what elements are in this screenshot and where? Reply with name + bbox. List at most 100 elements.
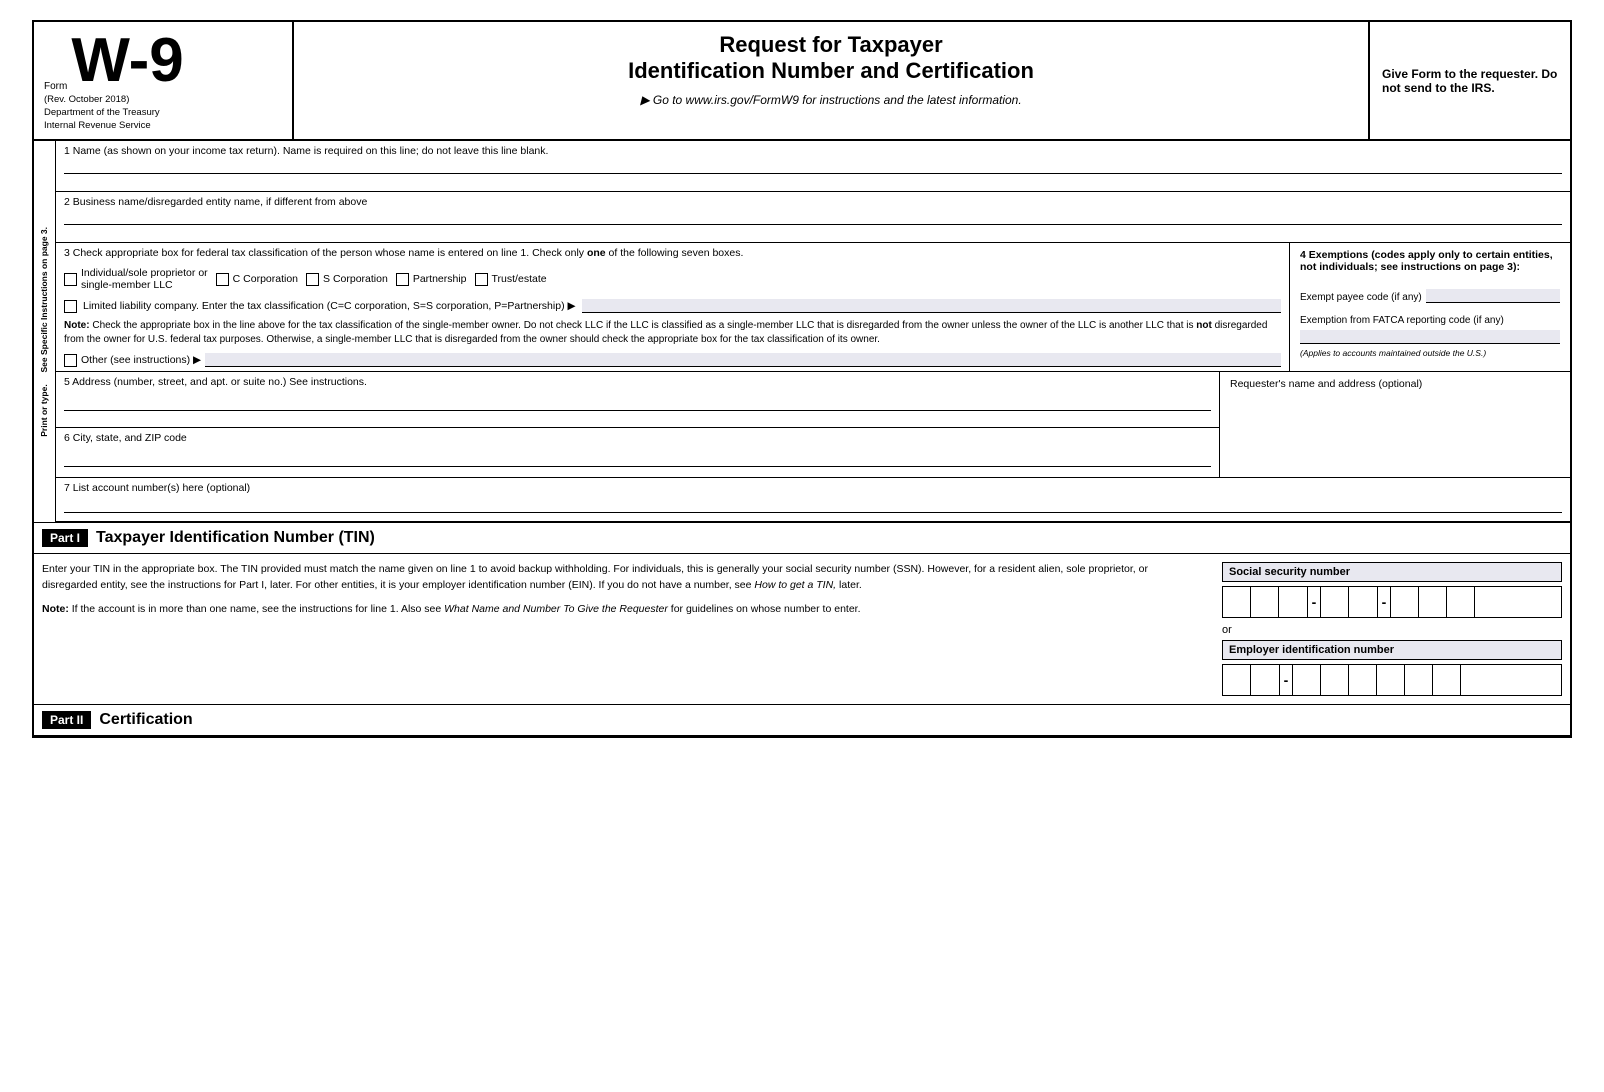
row3-left: 3 Check appropriate box for federal tax …	[56, 243, 1290, 371]
row1: 1 Name (as shown on your income tax retu…	[56, 141, 1570, 192]
partnership-checkbox[interactable]	[396, 273, 409, 286]
ssn-group2	[1321, 587, 1377, 617]
fatca-input[interactable]	[1300, 330, 1560, 344]
individual-checkbox[interactable]	[64, 273, 77, 286]
go-to-text: ▶ Go to www.irs.gov/FormW9 for instructi…	[304, 93, 1358, 107]
exempt-payee-field: Exempt payee code (if any)	[1300, 289, 1560, 303]
exempt-payee-input[interactable]	[1426, 289, 1560, 303]
form-header: Form W-9 (Rev. October 2018) Department …	[34, 22, 1570, 141]
ssn-group3	[1391, 587, 1503, 617]
row1-inner: 1 Name (as shown on your income tax retu…	[56, 141, 1570, 191]
form-rev: (Rev. October 2018)	[44, 94, 282, 105]
fatca-section: Exemption from FATCA reporting code (if …	[1300, 315, 1560, 344]
ein-cell-2[interactable]	[1251, 665, 1279, 695]
form-fields: 1 Name (as shown on your income tax retu…	[56, 141, 1570, 522]
row6-label: 6 City, state, and ZIP code	[64, 432, 1211, 444]
ein-cell-5[interactable]	[1349, 665, 1377, 695]
scorp-checkbox[interactable]	[306, 273, 319, 286]
ssn-cell-7[interactable]	[1419, 587, 1447, 617]
part1-title: Taxpayer Identification Number (TIN)	[96, 529, 375, 547]
part1-header: Part I Taxpayer Identification Number (T…	[34, 522, 1570, 554]
ssn-cell-9[interactable]	[1475, 587, 1503, 617]
form-dept: Department of the Treasury	[44, 107, 282, 118]
other-checkbox[interactable]	[64, 354, 77, 367]
ssn-cell-6[interactable]	[1391, 587, 1419, 617]
or-label: or	[1222, 624, 1562, 636]
ssn-cell-5[interactable]	[1349, 587, 1377, 617]
requester-label: Requester's name and address (optional)	[1230, 378, 1560, 390]
row7: 7 List account number(s) here (optional)	[56, 478, 1570, 522]
header-left: Form W-9 (Rev. October 2018) Department …	[34, 22, 294, 139]
trust-checkbox[interactable]	[475, 273, 488, 286]
checkbox-ccorp: C Corporation	[216, 273, 298, 286]
ssn-dash-2: -	[1377, 587, 1391, 617]
ssn-cell-8[interactable]	[1447, 587, 1475, 617]
row5-inner: 5 Address (number, street, and apt. or s…	[56, 372, 1219, 427]
row2-input-line[interactable]	[64, 224, 1562, 225]
checkbox-partnership: Partnership	[396, 273, 467, 286]
header-center: Request for Taxpayer Identification Numb…	[294, 22, 1370, 139]
ein-cell-3[interactable]	[1293, 665, 1321, 695]
individual-label: Individual/sole proprietor orsingle-memb…	[81, 267, 208, 291]
checkbox-scorp: S Corporation	[306, 273, 388, 286]
ein-label: Employer identification number	[1222, 640, 1562, 660]
form-number: W-9	[71, 30, 183, 92]
row3-exemptions: 4 Exemptions (codes apply only to certai…	[1290, 243, 1570, 371]
ein-cell-4[interactable]	[1321, 665, 1349, 695]
exemptions-header: 4 Exemptions (codes apply only to certai…	[1300, 249, 1560, 273]
other-row: Other (see instructions) ▶	[64, 353, 1281, 367]
ein-dash: -	[1279, 665, 1293, 695]
ssn-label: Social security number	[1222, 562, 1562, 582]
llc-checkbox[interactable]	[64, 300, 77, 313]
ssn-grid: - -	[1222, 586, 1562, 618]
part2-title: Certification	[99, 711, 192, 729]
part2-header: Part II Certification	[34, 705, 1570, 736]
llc-input-line	[582, 299, 1281, 313]
llc-row: Limited liability company. Enter the tax…	[64, 299, 1281, 313]
ein-cell-8[interactable]	[1433, 665, 1461, 695]
ssn-group1	[1223, 587, 1307, 617]
part1-paragraph2: Note: If the account is in more than one…	[42, 602, 1206, 618]
row5-left: 5 Address (number, street, and apt. or s…	[56, 372, 1220, 477]
applies-note: (Applies to accounts maintained outside …	[1300, 348, 1560, 358]
part1-right: Social security number - -	[1222, 562, 1562, 696]
ssn-cell-3[interactable]	[1279, 587, 1307, 617]
row5-label: 5 Address (number, street, and apt. or s…	[64, 376, 1211, 388]
exempt-payee-label: Exempt payee code (if any)	[1300, 292, 1422, 303]
ein-cell-6[interactable]	[1377, 665, 1405, 695]
row6-inner: 6 City, state, and ZIP code	[56, 427, 1219, 477]
ssn-cell-1[interactable]	[1223, 587, 1251, 617]
form-title: Request for Taxpayer Identification Numb…	[304, 32, 1358, 85]
part1-body: Enter your TIN in the appropriate box. T…	[34, 554, 1570, 705]
row3-label: 3 Check appropriate box for federal tax …	[64, 247, 1281, 259]
tax-classification-checkboxes: Individual/sole proprietor orsingle-memb…	[64, 267, 1281, 291]
fatca-label: Exemption from FATCA reporting code (if …	[1300, 315, 1560, 326]
checkbox-individual: Individual/sole proprietor orsingle-memb…	[64, 267, 208, 291]
partnership-label: Partnership	[413, 273, 467, 285]
ccorp-checkbox[interactable]	[216, 273, 229, 286]
row56-container: 5 Address (number, street, and apt. or s…	[56, 372, 1570, 478]
form-body-wrapper: Print or type. See Specific Instructions…	[34, 141, 1570, 522]
ein-cell-1[interactable]	[1223, 665, 1251, 695]
part1-badge: Part I	[42, 529, 88, 547]
part1-text: Enter your TIN in the appropriate box. T…	[42, 562, 1206, 696]
ein-group2	[1293, 665, 1489, 695]
ssn-cell-4[interactable]	[1321, 587, 1349, 617]
ein-cell-9[interactable]	[1461, 665, 1489, 695]
ein-grid: -	[1222, 664, 1562, 696]
side-text: Print or type. See Specific Instructions…	[39, 227, 50, 437]
other-label: Other (see instructions) ▶	[81, 354, 201, 366]
row1-input-line[interactable]	[64, 173, 1562, 174]
ssn-dash-1: -	[1307, 587, 1321, 617]
row7-label: 7 List account number(s) here (optional)	[64, 482, 250, 494]
trust-label: Trust/estate	[492, 273, 547, 285]
llc-label: Limited liability company. Enter the tax…	[83, 300, 576, 312]
row2-label: 2 Business name/disregarded entity name,…	[64, 196, 1562, 208]
form-label: Form	[44, 81, 67, 92]
ssn-cell-2[interactable]	[1251, 587, 1279, 617]
row2: 2 Business name/disregarded entity name,…	[56, 192, 1570, 243]
ein-cell-7[interactable]	[1405, 665, 1433, 695]
scorp-label: S Corporation	[323, 273, 388, 285]
w9-form: Form W-9 (Rev. October 2018) Department …	[32, 20, 1572, 738]
give-form-text: Give Form to the requester. Do not send …	[1382, 67, 1558, 95]
